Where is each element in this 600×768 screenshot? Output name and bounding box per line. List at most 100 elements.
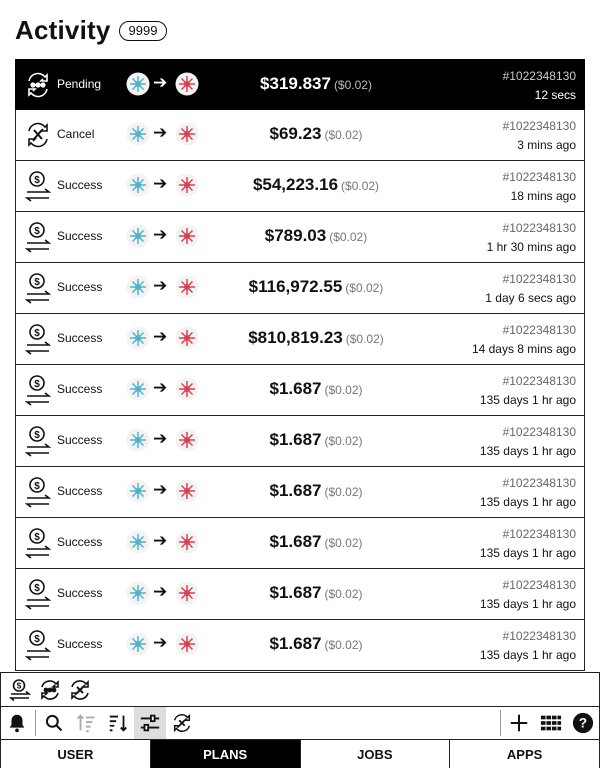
fee: ($0.02) (345, 332, 384, 346)
fee: ($0.02) (324, 383, 363, 397)
fee: ($0.02) (324, 536, 363, 550)
bell-icon[interactable] (1, 707, 33, 739)
status-label: Cancel (57, 127, 95, 141)
activity-row[interactable]: $ Success ➔ $1.687 ($0.02) #1022348130 13… (15, 620, 585, 671)
activity-row[interactable]: $ Success ➔ $1.687 ($0.02) #1022348130 13… (15, 416, 585, 467)
status-label: Success (57, 382, 103, 396)
sort-asc-icon[interactable] (70, 707, 102, 739)
tab-plans[interactable]: PLANS (150, 740, 301, 768)
toolbar-divider (500, 710, 501, 736)
to-token-icon (175, 581, 199, 605)
success-filter-icon[interactable]: $ (5, 676, 35, 704)
arrow-right-icon: ➔ (153, 225, 168, 244)
amount: $1.687 (269, 583, 322, 602)
amount-group: $810,819.23 ($0.02) (216, 328, 416, 348)
amount: $1.687 (269, 379, 322, 398)
svg-text:$: $ (34, 277, 40, 288)
amount-group: $69.23 ($0.02) (216, 124, 416, 144)
success-icon: $ (24, 170, 52, 202)
arrow-right-icon: ➔ (153, 174, 168, 193)
pending-filter-icon[interactable] (35, 676, 65, 704)
from-token-icon (126, 530, 150, 554)
row-meta: #1022348130 135 days 1 hr ago (480, 578, 576, 611)
tx-id[interactable]: #1022348130 (503, 119, 576, 133)
from-token-icon (126, 326, 150, 350)
arrow-right-icon: ➔ (153, 480, 168, 499)
row-meta: #1022348130 135 days 1 hr ago (480, 527, 576, 560)
success-icon: $ (24, 578, 52, 610)
arrow-right-icon: ➔ (153, 378, 168, 397)
activity-row[interactable]: $ Success ➔ $810,819.23 ($0.02) #10223481… (15, 314, 585, 365)
tx-id[interactable]: #1022348130 (487, 221, 576, 235)
success-icon: $ (24, 374, 52, 406)
cancel-filter-icon[interactable] (166, 707, 198, 739)
activity-row[interactable]: Cancel ➔ $69.23 ($0.02) #1022348130 3 min… (15, 110, 585, 161)
amount: $1.687 (269, 634, 322, 653)
activity-row[interactable]: $ Success ➔ $789.03 ($0.02) #1022348130 1… (15, 212, 585, 263)
row-meta: #1022348130 12 secs (503, 69, 576, 102)
sort-desc-icon[interactable] (102, 707, 134, 739)
tx-id[interactable]: #1022348130 (480, 578, 576, 592)
grid-icon[interactable] (535, 707, 567, 739)
fee: ($0.02) (345, 281, 384, 295)
timestamp: 18 mins ago (510, 189, 576, 203)
tx-id[interactable]: #1022348130 (485, 272, 576, 286)
from-token-icon (126, 377, 150, 401)
activity-row[interactable]: $ Success ➔ $1.687 ($0.02) #1022348130 13… (15, 569, 585, 620)
status-label: Success (57, 433, 103, 447)
help-icon[interactable]: ? (567, 707, 599, 739)
activity-row[interactable]: Pending ➔ $319.837 ($0.02) #1022348130 12… (15, 59, 585, 110)
row-meta: #1022348130 135 days 1 hr ago (480, 425, 576, 458)
svg-text:$: $ (34, 175, 40, 186)
sliders-icon[interactable] (134, 707, 166, 739)
pending-icon (25, 69, 51, 101)
count-badge: 9999 (118, 21, 168, 41)
tx-id[interactable]: #1022348130 (480, 629, 576, 643)
tx-id[interactable]: #1022348130 (472, 323, 576, 337)
status-label: Pending (57, 77, 102, 91)
to-token-icon (175, 632, 199, 656)
tx-id[interactable]: #1022348130 (480, 374, 576, 388)
search-icon[interactable] (38, 707, 70, 739)
activity-row[interactable]: $ Success ➔ $1.687 ($0.02) #1022348130 13… (15, 467, 585, 518)
svg-text:$: $ (34, 532, 40, 543)
tx-id[interactable]: #1022348130 (503, 170, 576, 184)
success-icon: $ (24, 629, 52, 661)
cancel-icon (25, 119, 51, 151)
from-token-icon (126, 428, 150, 452)
fee: ($0.02) (324, 638, 363, 652)
timestamp: 135 days 1 hr ago (479, 648, 576, 662)
tab-jobs[interactable]: JOBS (301, 740, 451, 768)
plus-icon[interactable] (503, 707, 535, 739)
svg-text:$: $ (34, 328, 40, 339)
tab-user[interactable]: USER (0, 740, 151, 768)
to-token-icon (175, 479, 199, 503)
fee: ($0.02) (341, 179, 380, 193)
amount-group: $1.687 ($0.02) (216, 532, 416, 552)
activity-row[interactable]: $ Success ➔ $1.687 ($0.02) #1022348130 13… (15, 518, 585, 569)
tx-id[interactable]: #1022348130 (480, 527, 576, 541)
activity-row[interactable]: $ Success ➔ $1.687 ($0.02) #1022348130 13… (15, 365, 585, 416)
amount-group: $1.687 ($0.02) (216, 430, 416, 450)
tx-id[interactable]: #1022348130 (480, 476, 576, 490)
svg-text:?: ? (579, 716, 587, 731)
row-meta: #1022348130 3 mins ago (503, 119, 576, 152)
timestamp: 135 days 1 hr ago (479, 597, 576, 611)
timestamp: 135 days 1 hr ago (479, 444, 576, 458)
amount: $810,819.23 (248, 328, 343, 347)
amount: $1.687 (269, 430, 322, 449)
activity-row[interactable]: $ Success ➔ $116,972.55 ($0.02) #10223481… (15, 263, 585, 314)
activity-row[interactable]: $ Success ➔ $54,223.16 ($0.02) #102234813… (15, 161, 585, 212)
arrow-right-icon: ➔ (153, 429, 168, 448)
cancel-filter-icon[interactable] (65, 676, 95, 704)
from-token-icon (126, 122, 150, 146)
tx-id[interactable]: #1022348130 (480, 425, 576, 439)
tab-apps[interactable]: APPS (450, 740, 600, 768)
svg-text:$: $ (17, 681, 22, 690)
timestamp: 135 days 1 hr ago (479, 546, 576, 560)
success-icon: $ (24, 272, 52, 304)
tx-id[interactable]: #1022348130 (503, 69, 576, 83)
success-icon: $ (24, 221, 52, 253)
fee: ($0.02) (324, 128, 363, 142)
status-filter-bar: $ (0, 672, 600, 706)
